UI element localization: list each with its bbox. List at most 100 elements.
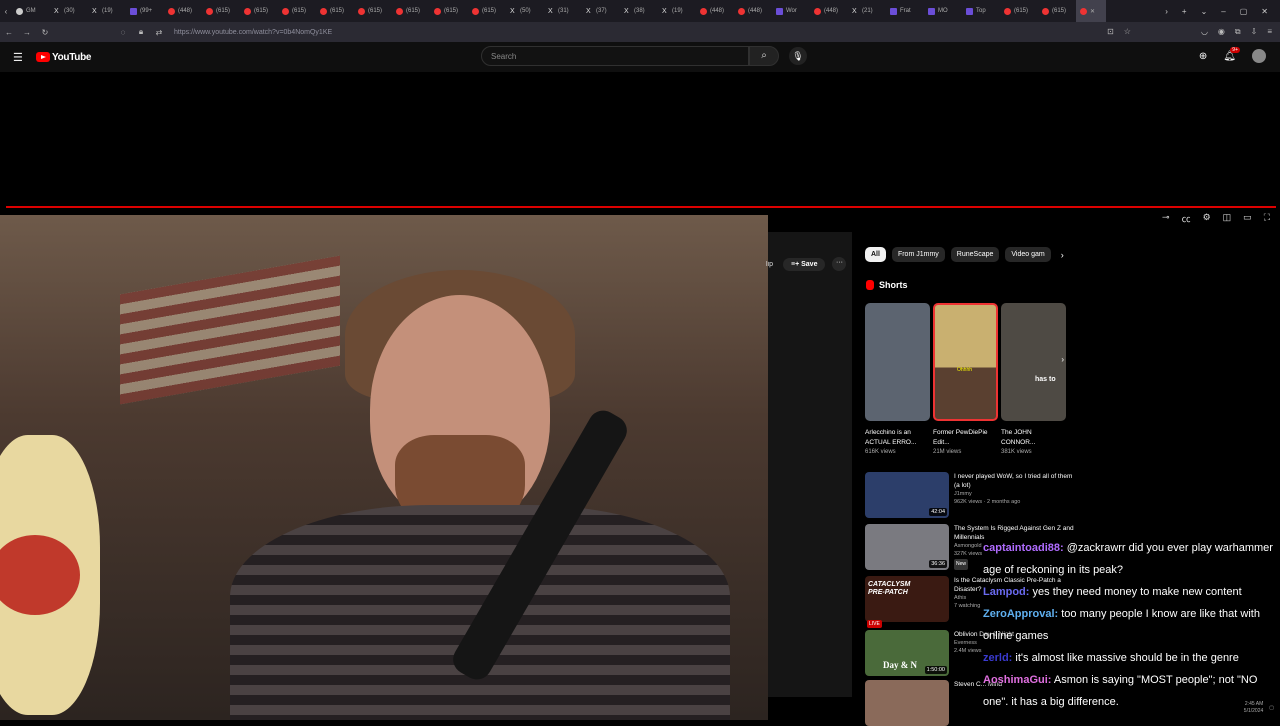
browser-tab[interactable]: Frat bbox=[886, 0, 924, 22]
browser-tab[interactable]: (615) bbox=[316, 0, 354, 22]
filter-chip-from-j1mmy[interactable]: From J1mmy bbox=[891, 247, 945, 262]
short-card[interactable]: has to › The JOHN CONNOR... 381K views bbox=[1001, 303, 1066, 455]
browser-tab[interactable]: X (38) bbox=[620, 0, 658, 22]
youtube-header: ☰ YouTube Search ⌕ 🎙︎ ⊕ 🔔︎ 9+ bbox=[0, 42, 1280, 72]
chevron-right-icon[interactable]: › bbox=[1061, 250, 1064, 260]
save-button[interactable]: ≡+ Save bbox=[783, 257, 826, 271]
browser-tab[interactable]: (615) bbox=[354, 0, 392, 22]
theater-mode-icon[interactable]: ▭ bbox=[1243, 212, 1252, 225]
browser-tab[interactable]: (615) bbox=[1038, 0, 1076, 22]
autoplay-toggle-icon[interactable]: ⊸ bbox=[1162, 212, 1170, 225]
x-icon: X bbox=[510, 7, 515, 15]
browser-tab[interactable]: (615) bbox=[468, 0, 506, 22]
reload-icon[interactable]: ↻ bbox=[36, 28, 54, 37]
downloads-icon[interactable]: ⇩ bbox=[1251, 27, 1258, 37]
tab-list-icon[interactable]: ⌄ bbox=[1201, 7, 1208, 16]
filter-chip-runescape[interactable]: RuneScape bbox=[950, 247, 1000, 262]
account-icon[interactable]: ◉ bbox=[1218, 27, 1225, 37]
youtube-icon bbox=[1004, 7, 1011, 15]
browser-tab[interactable]: X (21) bbox=[848, 0, 886, 22]
browser-tab[interactable]: X (30) bbox=[50, 0, 88, 22]
browser-tab[interactable]: Top bbox=[962, 0, 1000, 22]
close-window-icon[interactable]: ✕ bbox=[1261, 7, 1268, 16]
video-thumbnail: CATACLYSM PRE-PATCH LIVE bbox=[865, 576, 949, 628]
captions-icon[interactable]: ㏄ bbox=[1182, 212, 1191, 225]
permissions-icon[interactable]: ⇄ bbox=[150, 28, 168, 37]
pocket-icon[interactable]: ◡ bbox=[1201, 27, 1208, 37]
voice-search-button[interactable]: 🎙︎ bbox=[789, 47, 807, 65]
shield-icon[interactable]: ◌ bbox=[114, 28, 132, 37]
shorts-next-icon[interactable]: › bbox=[1061, 355, 1064, 364]
browser-tab[interactable]: (615) bbox=[392, 0, 430, 22]
youtube-icon bbox=[168, 7, 175, 15]
browser-tab[interactable]: MO bbox=[924, 0, 962, 22]
browser-tab[interactable]: GM bbox=[12, 0, 50, 22]
tab-scroll-right-icon[interactable]: › bbox=[1165, 7, 1168, 16]
new-tab-icon[interactable]: + bbox=[1182, 7, 1187, 16]
browser-tab[interactable]: (448) bbox=[810, 0, 848, 22]
shorts-title-text: Shorts bbox=[879, 280, 908, 290]
browser-tab[interactable]: (448) bbox=[696, 0, 734, 22]
browser-tab[interactable]: (99+ bbox=[126, 0, 164, 22]
browser-tab[interactable]: (615) bbox=[202, 0, 240, 22]
chat-message: captaintoadi88: @zackrawrr did you ever … bbox=[983, 537, 1280, 581]
maximize-icon[interactable]: ▢ bbox=[1240, 7, 1248, 16]
tab-scroll-left-icon[interactable]: ‹ bbox=[0, 7, 12, 16]
search-button[interactable]: ⌕ bbox=[749, 46, 779, 66]
video-progress-bar[interactable] bbox=[6, 206, 1276, 208]
short-card[interactable]: Arlecchino is an ACTUAL ERRO... 616K vie… bbox=[865, 303, 930, 455]
browser-tab[interactable]: (448) bbox=[734, 0, 772, 22]
filter-chip-video-games[interactable]: Video gam bbox=[1005, 247, 1051, 262]
hamburger-menu-icon[interactable]: ☰ bbox=[13, 51, 23, 64]
tab-label: (448) bbox=[710, 8, 725, 14]
tab-label: (615) bbox=[330, 8, 345, 14]
url-field[interactable]: https://www.youtube.com/watch?v=0b4NomQy… bbox=[174, 29, 332, 36]
youtube-play-icon bbox=[36, 52, 50, 62]
short-card[interactable]: Ohhhh Former PewDiePie Edit... 21M views bbox=[933, 303, 998, 455]
browser-tab[interactable]: X (19) bbox=[658, 0, 696, 22]
shorts-shelf-title: Shorts bbox=[866, 280, 908, 290]
app-icon bbox=[776, 7, 783, 15]
lock-icon[interactable]: 🔒︎ bbox=[132, 27, 150, 37]
menu-icon[interactable]: ≡ bbox=[1267, 27, 1272, 37]
search-input[interactable]: Search bbox=[481, 46, 749, 66]
tab-label: (615) bbox=[406, 8, 421, 14]
clip-button[interactable]: lip bbox=[766, 261, 776, 268]
tab-strip: GM X (30) X (19) (99+ (448) (615) (615) (615) (615… bbox=[12, 0, 1076, 22]
browser-tab[interactable]: (448) bbox=[164, 0, 202, 22]
create-video-icon[interactable]: ⊕ bbox=[1199, 51, 1207, 62]
youtube-icon bbox=[472, 7, 479, 15]
short-title: The JOHN CONNOR... bbox=[1001, 429, 1036, 446]
browser-tab[interactable]: (615) bbox=[1000, 0, 1038, 22]
video-duration: 1:50:00 bbox=[924, 666, 947, 674]
browser-tab[interactable]: (615) bbox=[278, 0, 316, 22]
miniplayer-icon[interactable]: ◫ bbox=[1223, 212, 1232, 225]
recommended-video[interactable]: 42:04 I never played WoW, so I tried all… bbox=[865, 472, 1075, 518]
fullscreen-icon[interactable]: ⛶ bbox=[1264, 212, 1270, 225]
browser-tab[interactable]: X (50) bbox=[506, 0, 544, 22]
notifications-button[interactable]: 🔔︎ 9+ bbox=[1223, 46, 1240, 62]
settings-gear-icon[interactable]: ⚙ bbox=[1203, 212, 1211, 225]
browser-tab[interactable]: X (37) bbox=[582, 0, 620, 22]
youtube-logo[interactable]: YouTube bbox=[36, 52, 92, 63]
youtube-icon bbox=[700, 7, 707, 15]
browser-tab[interactable]: X (31) bbox=[544, 0, 582, 22]
filter-chip-all[interactable]: All bbox=[865, 247, 886, 262]
bookmark-star-icon[interactable]: ☆ bbox=[1124, 27, 1131, 37]
more-actions-button[interactable]: ··· bbox=[832, 257, 847, 271]
tab-active[interactable]: ✕ bbox=[1076, 0, 1106, 22]
notification-center-icon[interactable]: ▢ bbox=[1269, 705, 1274, 711]
screenshot-icon[interactable]: ⊡ bbox=[1107, 27, 1114, 37]
back-icon[interactable]: ← bbox=[0, 28, 18, 37]
forward-icon[interactable]: → bbox=[18, 28, 36, 37]
microphone-icon: 🎙︎ bbox=[792, 51, 804, 61]
browser-tab[interactable]: Wor bbox=[772, 0, 810, 22]
browser-tab[interactable]: (615) bbox=[240, 0, 278, 22]
tab-label: (615) bbox=[368, 8, 383, 14]
browser-tab[interactable]: (615) bbox=[430, 0, 468, 22]
extensions-icon[interactable]: ⧉ bbox=[1235, 27, 1241, 37]
short-thumbnail bbox=[865, 303, 930, 421]
browser-tab[interactable]: X (19) bbox=[88, 0, 126, 22]
avatar[interactable] bbox=[1252, 49, 1266, 63]
minimize-icon[interactable]: – bbox=[1221, 7, 1225, 16]
